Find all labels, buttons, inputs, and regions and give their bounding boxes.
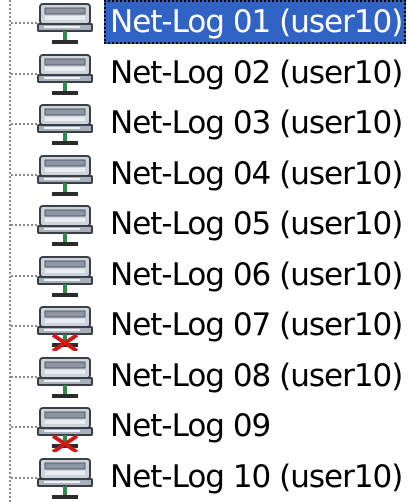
tree-node-label[interactable]: Net-Log 08 (user10) [104, 354, 406, 398]
tree-node[interactable]: Net-Log 02 (user10) [0, 49, 409, 99]
tree-node-label[interactable]: Net-Log 10 (user10) [104, 455, 406, 499]
tree-node[interactable]: Net-Log 06 (user10) [0, 251, 409, 301]
tree-node[interactable]: Net-Log 09 [0, 402, 409, 454]
network-computer-icon [34, 457, 98, 502]
tree-node[interactable]: Net-Log 05 (user10) [0, 200, 409, 250]
tree-node-label[interactable]: Net-Log 01 (user10) [104, 0, 407, 44]
tree-node[interactable]: Net-Log 08 (user10) [0, 352, 409, 402]
network-computer-icon [34, 255, 98, 301]
network-computer-icon [34, 53, 98, 99]
network-computer-icon [34, 356, 98, 402]
network-computer-icon [34, 204, 98, 250]
tree-node[interactable]: Net-Log 03 (user10) [0, 99, 409, 149]
tree-node-label[interactable]: Net-Log 03 (user10) [104, 101, 406, 145]
tree-node-label[interactable]: Net-Log 02 (user10) [104, 51, 406, 95]
network-computer-icon [34, 305, 98, 353]
tree-node[interactable]: Net-Log 04 (user10) [0, 150, 409, 200]
device-tree[interactable]: Net-Log 01 (user10) Net-Log 02 (user10) Ne… [0, 0, 409, 502]
network-computer-icon [34, 154, 98, 200]
tree-node-label[interactable]: Net-Log 07 (user10) [104, 303, 406, 347]
network-computer-icon [34, 406, 98, 454]
tree-node-label[interactable]: Net-Log 04 (user10) [104, 152, 406, 196]
network-computer-icon [34, 103, 98, 149]
tree-node[interactable]: Net-Log 01 (user10) [0, 0, 409, 48]
tree-node-label[interactable]: Net-Log 09 [104, 404, 274, 448]
tree-node[interactable]: Net-Log 10 (user10) [0, 453, 409, 502]
tree-node-label[interactable]: Net-Log 06 (user10) [104, 253, 406, 297]
tree-node-label[interactable]: Net-Log 05 (user10) [104, 202, 406, 246]
tree-node[interactable]: Net-Log 07 (user10) [0, 301, 409, 353]
network-computer-icon [34, 2, 98, 48]
